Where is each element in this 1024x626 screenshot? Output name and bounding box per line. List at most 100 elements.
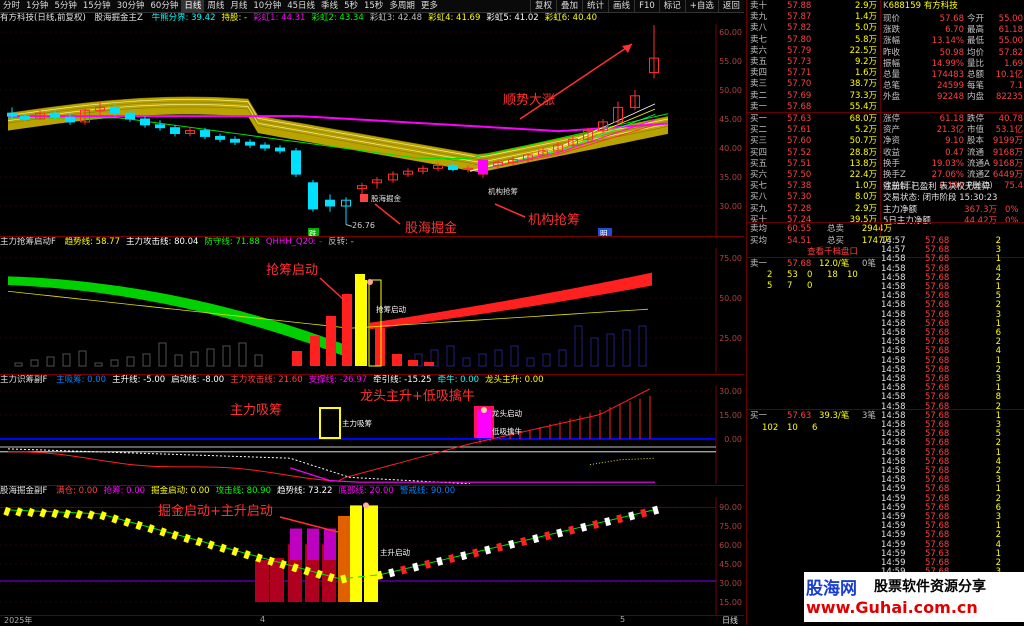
ask-price: 57.88 — [787, 1, 812, 11]
indicator-value: QHHH_Q20: - — [265, 237, 323, 247]
stat-value: 40.78 — [998, 114, 1023, 124]
stat-label: 收益 — [883, 147, 901, 158]
candle-body — [325, 199, 335, 207]
quote-cell: 57.68 — [787, 259, 812, 269]
tool-button-6[interactable]: +自选 — [684, 0, 718, 12]
period-tab-5[interactable]: 60分钟 — [148, 0, 182, 12]
trade-status: 交易状态: 闭市阶段 15:30:23 — [883, 193, 998, 203]
stat-value: 6.70 — [945, 25, 964, 36]
y-tick-label: 75.00 — [719, 254, 742, 263]
period-tab-12[interactable]: 5秒 — [341, 0, 361, 12]
column-divider — [880, 0, 881, 236]
tool-button-7[interactable]: 返回 — [717, 0, 744, 12]
indicator-value: 主吸筹: 0.00 — [56, 375, 107, 385]
volume-bar — [142, 353, 151, 367]
period-tab-2[interactable]: 5分钟 — [51, 0, 79, 12]
y-tick-label: 40.00 — [719, 144, 742, 153]
trend-segment — [496, 542, 504, 552]
tool-button-0[interactable]: 复权 — [530, 0, 556, 12]
period-tab-14[interactable]: 多周期 — [386, 0, 418, 12]
panel2-chart[interactable]: 75.0050.0025.00抢筹启动抢筹启动 — [0, 248, 744, 373]
candle-body — [170, 127, 180, 134]
ask-price: 57.71 — [787, 68, 812, 79]
stat-label: 涨跌 — [883, 25, 901, 36]
tool-button-3[interactable]: 画线 — [608, 0, 634, 12]
quote-cell: 102 — [762, 423, 779, 433]
period-tab-0[interactable]: 分时 — [0, 0, 23, 12]
period-tab-13[interactable]: 15秒 — [361, 0, 386, 12]
bid-price: 57.38 — [787, 181, 812, 192]
right-toolbar: 复权 叠加 统计 画线 F10 标记 +自选 返回 — [530, 0, 744, 12]
stat-label: 总笔 — [883, 81, 901, 92]
dig-start-bar — [350, 505, 362, 602]
period-tab-9[interactable]: 10分钟 — [250, 0, 284, 12]
x-label-apr: 4 — [260, 615, 266, 624]
trend-segment — [484, 545, 492, 555]
panel2-title[interactable]: 主力抢筹启动F — [0, 237, 56, 247]
main-candlestick-chart[interactable]: 60.00 55.00 50.00 45.00 40.00 35.00 30.00 61.18… — [0, 24, 744, 236]
ask-volume: 38.7万 — [849, 79, 877, 90]
annotation-absorb: 主力吸筹 — [230, 402, 282, 418]
period-tab-10[interactable]: 45日线 — [284, 0, 318, 12]
annotation-grab: 机构抢筹 — [528, 212, 580, 228]
quote-cell: 总买 — [827, 236, 845, 246]
absorb-box — [319, 407, 341, 439]
volume-bar — [78, 350, 87, 367]
period-tab-11[interactable]: 季线 — [318, 0, 341, 12]
bid-price: 57.28 — [787, 203, 812, 214]
period-label[interactable]: 日线 — [722, 615, 738, 626]
annotation-dragon: 龙头主升+低吸擒牛 — [360, 388, 475, 404]
panel4-title[interactable]: 股海掘金副F — [0, 486, 47, 496]
quote-cell: 6 — [812, 423, 818, 433]
ask-level-label: 卖四 — [750, 68, 768, 79]
period-tab-15[interactable]: 更多 — [418, 0, 441, 12]
indicator-value: 彩虹3: 42.48 — [369, 13, 423, 23]
trend-segment — [27, 507, 35, 518]
trend-segment — [580, 522, 588, 532]
bid-volume: 22.4万 — [849, 170, 877, 180]
period-tab-4[interactable]: 30分钟 — [114, 0, 148, 12]
dragon-line — [589, 457, 656, 466]
panel4-header: 股海掘金副F 满仓: 0.00 抢筹: 0.00 掘金启动: 0.00 攻击线: 80… — [0, 486, 744, 497]
ask-level-label: 卖二 — [750, 90, 768, 101]
stat-label: 今开 — [967, 14, 985, 24]
trend-segment — [99, 511, 107, 521]
trend-segment — [460, 551, 468, 561]
annotation-grab-start: 抢筹启动 — [266, 262, 318, 278]
stat-value: 13.14% — [931, 36, 964, 47]
tool-button-4[interactable]: F10 — [634, 0, 659, 12]
period-tab-6[interactable]: 日线 — [181, 0, 205, 12]
bid-price: 57.30 — [787, 192, 812, 203]
tool-button-1[interactable]: 叠加 — [556, 0, 582, 12]
trend-segment — [556, 528, 564, 538]
stat-value: 14.99% — [931, 58, 964, 69]
panel3-title[interactable]: 主力识筹副F — [0, 375, 47, 385]
indicator-value: 彩虹4: 41.69 — [428, 13, 481, 23]
volume-bar — [606, 333, 615, 367]
trend-segment — [87, 510, 95, 520]
stock-header: K688159 有方科技 — [883, 1, 958, 12]
watermark-logo: 股海网 股票软件资源分享 www.Guhai.com.cn — [804, 572, 1024, 622]
candle-body — [275, 147, 285, 152]
period-tab-1[interactable]: 1分钟 — [23, 0, 51, 12]
stat-value: 10.1亿 — [995, 70, 1023, 80]
panel3-chart[interactable]: 30.00 15.00 0.00 主力吸筹 龙头启动低吸擒牛 主力吸筹 龙头主升+低吸擒牛 — [0, 386, 744, 484]
indicator-value: 牵牛: 0.00 — [437, 375, 480, 385]
ask-volume: 1.6万 — [854, 68, 877, 79]
period-tab-7[interactable]: 周线 — [204, 0, 227, 12]
main-panel-header: 有方科技(日线,前复权) 股海掘金主Z 牛熊分界: 39.42 持股: - 彩虹1:… — [0, 13, 744, 24]
period-tab-8[interactable]: 月线 — [227, 0, 250, 12]
indicator-value: 主升线: -5.00 — [112, 375, 166, 385]
main-indicator-name[interactable]: 股海掘金主Z — [95, 13, 143, 23]
ask-volume: 2.9万 — [854, 1, 877, 11]
indicator-value: 趋势线: 73.22 — [277, 486, 333, 496]
stat-label: 内盘 — [967, 92, 985, 103]
panel4-chart[interactable]: 90.00 75.00 60.00 45.00 30.00 15.00 主升启动 掘金启动+主… — [0, 497, 744, 615]
volume-bar — [238, 342, 247, 367]
ask-volume: 22.5万 — [849, 45, 877, 56]
grab-signal-bar — [392, 354, 402, 366]
period-tab-3[interactable]: 15分钟 — [80, 0, 114, 12]
tool-button-5[interactable]: 标记 — [658, 0, 685, 12]
tool-button-2[interactable]: 统计 — [582, 0, 608, 12]
high-price-label: 61.18 — [650, 24, 673, 25]
